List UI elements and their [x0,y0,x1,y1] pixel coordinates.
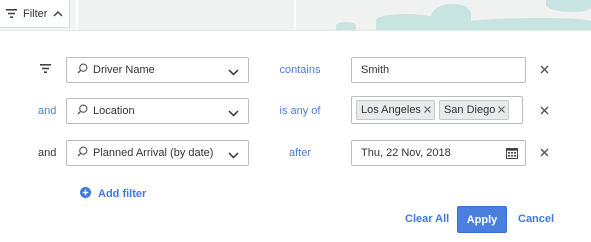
value-input[interactable] [351,57,526,83]
field-select[interactable]: Driver Name [66,57,249,83]
remove-filter-icon[interactable] [540,65,549,77]
cancel-button[interactable]: Cancel [518,213,554,225]
remove-tag-icon[interactable] [498,104,506,116]
field-select-label: Planned Arrival (by date) [93,147,214,159]
filter-row: and Planned Arrival (by date) after Thu,… [0,140,591,166]
filter-row: and Location is any of Los Angeles San D… [0,96,591,124]
map-background [76,0,591,30]
search-icon [77,63,88,77]
tag-chip: Los Angeles [356,100,435,120]
filter-lines-icon [6,9,17,18]
date-value: Thu, 22 Nov, 2018 [361,147,451,159]
plus-circle-icon [80,187,91,201]
tag-chip: San Diego [438,100,510,120]
chevron-down-icon [228,67,239,79]
remove-filter-icon[interactable] [540,106,549,118]
tags-input[interactable]: Los Angeles San Diego [351,96,523,124]
conjunction-toggle[interactable]: and [38,98,56,124]
tag-label: Los Angeles [361,104,421,116]
chevron-down-icon [228,108,239,120]
chevron-up-icon [53,10,63,17]
clear-all-button[interactable]: Clear All [405,213,449,225]
operator-select[interactable]: after [250,140,350,166]
date-input[interactable]: Thu, 22 Nov, 2018 [351,140,526,166]
remove-tag-icon[interactable] [424,104,431,116]
operator-select[interactable]: is any of [250,98,350,124]
operator-select[interactable]: contains [250,57,350,83]
add-filter-button[interactable]: Add filter [80,187,146,201]
add-filter-label: Add filter [98,188,147,200]
filter-toggle-button[interactable]: Filter [0,0,70,28]
filter-panel: Driver Name contains and Location is any… [0,30,591,242]
filter-lines-icon [40,64,51,76]
chevron-down-icon [228,150,239,162]
calendar-icon[interactable] [506,147,518,162]
conjunction-label: and [38,147,57,159]
field-select-label: Driver Name [93,64,155,76]
tag-label: San Diego [443,104,496,116]
search-icon [77,104,88,118]
field-select-label: Location [93,105,135,117]
filter-toggle-label: Filter [23,7,48,20]
filter-row: Driver Name contains [0,57,591,83]
field-select[interactable]: Planned Arrival (by date) [66,140,249,166]
field-select[interactable]: Location [66,98,249,124]
remove-filter-icon[interactable] [540,148,549,160]
search-icon [77,146,88,160]
apply-button[interactable]: Apply [457,206,507,233]
